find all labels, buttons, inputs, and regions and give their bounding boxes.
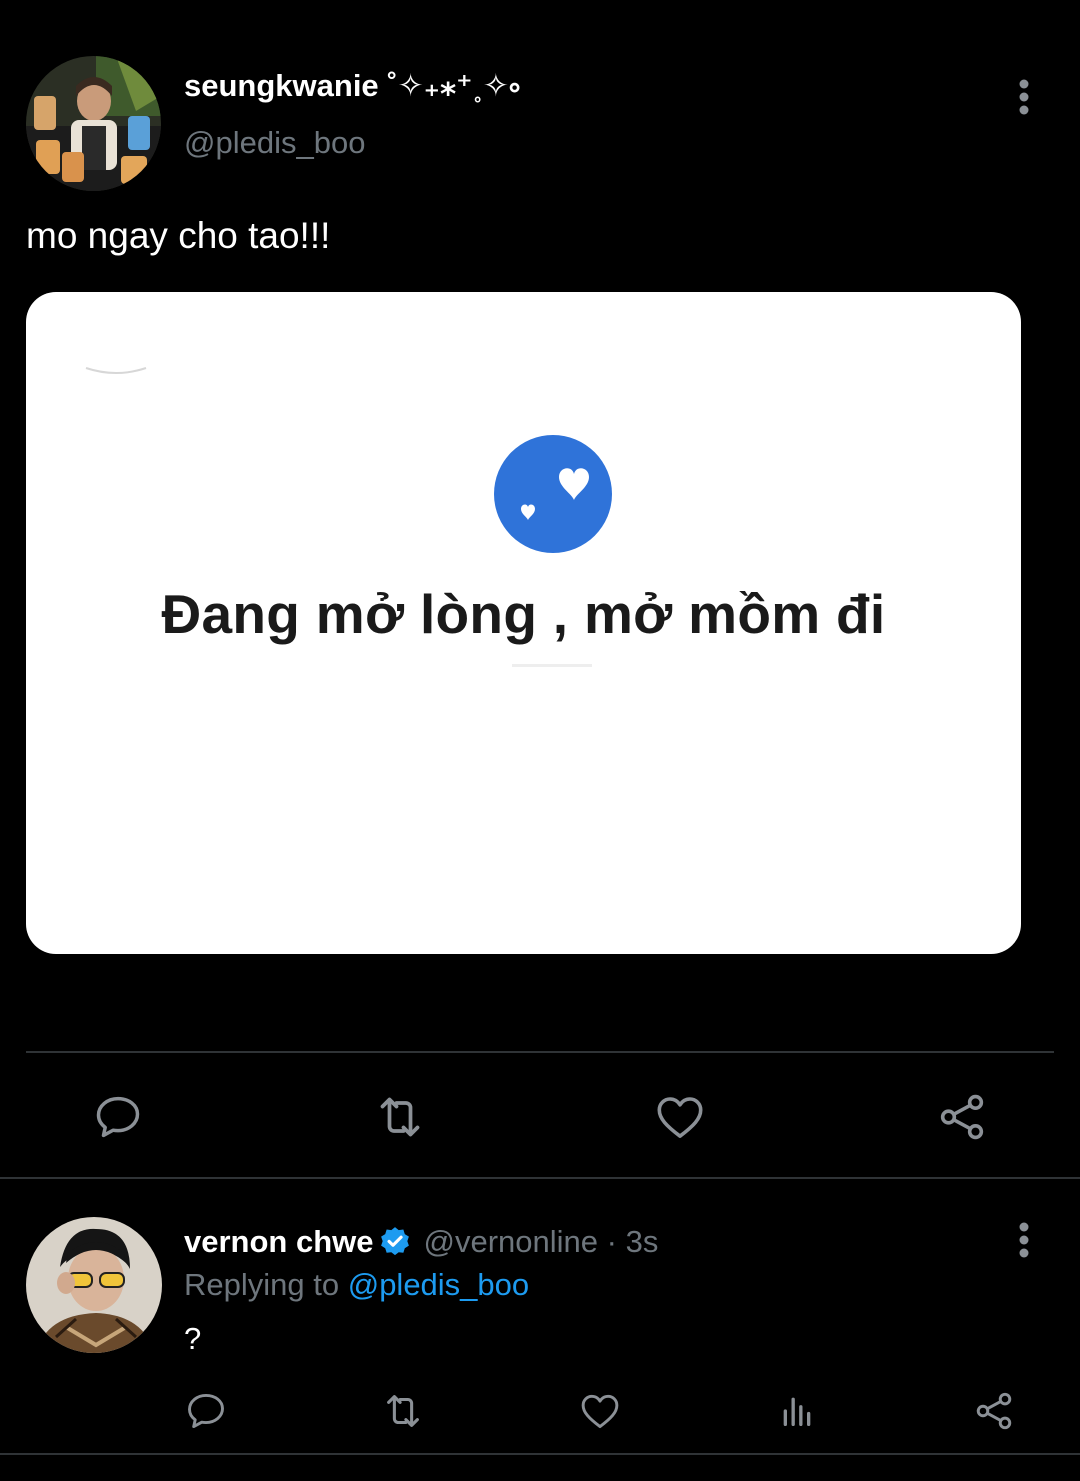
- user-avatar-icon: [26, 1217, 162, 1353]
- replying-to-mention-link[interactable]: @pledis_boo: [348, 1267, 529, 1302]
- tweet-text: mo ngay cho tao!!!: [26, 215, 331, 256]
- reply-timestamp[interactable]: 3s: [626, 1223, 659, 1261]
- more-vertical-icon: [1019, 1222, 1029, 1258]
- user-avatar-icon: [26, 56, 161, 191]
- reply-like-button[interactable]: [575, 1386, 625, 1436]
- replying-to-label: Replying to: [184, 1267, 348, 1302]
- reply-author-display-name[interactable]: vernon chwe: [184, 1223, 374, 1261]
- decorative-arc: [85, 367, 147, 374]
- retweet-icon: [380, 1097, 420, 1137]
- tweet-media-image[interactable]: Đang mở lòng , mở mồm đi: [26, 292, 1021, 954]
- reply-retweet-button[interactable]: [378, 1386, 428, 1436]
- divider: [26, 1051, 1054, 1053]
- reply-icon: [188, 1393, 224, 1429]
- verified-badge-icon: [380, 1227, 409, 1256]
- reply-author-handle[interactable]: @vernonline: [424, 1223, 599, 1261]
- share-icon: [940, 1094, 984, 1140]
- retweet-icon: [387, 1395, 419, 1427]
- heart-icon: [657, 1097, 703, 1138]
- more-vertical-icon: [1019, 79, 1029, 115]
- divider: [0, 1177, 1080, 1179]
- share-icon: [976, 1392, 1012, 1430]
- analytics-icon: [783, 1397, 811, 1426]
- author-avatar[interactable]: [26, 56, 161, 191]
- author-display-name[interactable]: seungkwanie ˚✧₊⁎⁺˳✧༚: [184, 67, 520, 105]
- media-caption: Đang mở lòng , mở mồm đi: [161, 583, 886, 645]
- like-button[interactable]: [650, 1087, 710, 1147]
- reply-author-avatar[interactable]: [26, 1217, 162, 1353]
- hearts-badge-icon: [494, 435, 612, 553]
- retweet-button[interactable]: [370, 1087, 430, 1147]
- author-handle[interactable]: @pledis_boo: [184, 124, 365, 162]
- reply-icon: [96, 1096, 140, 1138]
- reply-analytics-button[interactable]: [772, 1386, 822, 1436]
- reply-button[interactable]: [88, 1087, 148, 1147]
- divider: [0, 1453, 1080, 1455]
- replying-to-line: Replying to @pledis_boo: [184, 1266, 529, 1304]
- media-underline: [512, 664, 592, 667]
- reply-share-button[interactable]: [969, 1386, 1019, 1436]
- more-options-button[interactable]: [1004, 77, 1044, 117]
- reply-header: vernon chwe @vernonline · 3s: [184, 1223, 658, 1261]
- reply-more-options-button[interactable]: [1004, 1220, 1044, 1260]
- reply-text: ?: [184, 1321, 202, 1356]
- reply-reply-button[interactable]: [181, 1386, 231, 1436]
- share-button[interactable]: [932, 1087, 992, 1147]
- meta-separator: ·: [598, 1224, 626, 1259]
- heart-icon: [581, 1394, 619, 1429]
